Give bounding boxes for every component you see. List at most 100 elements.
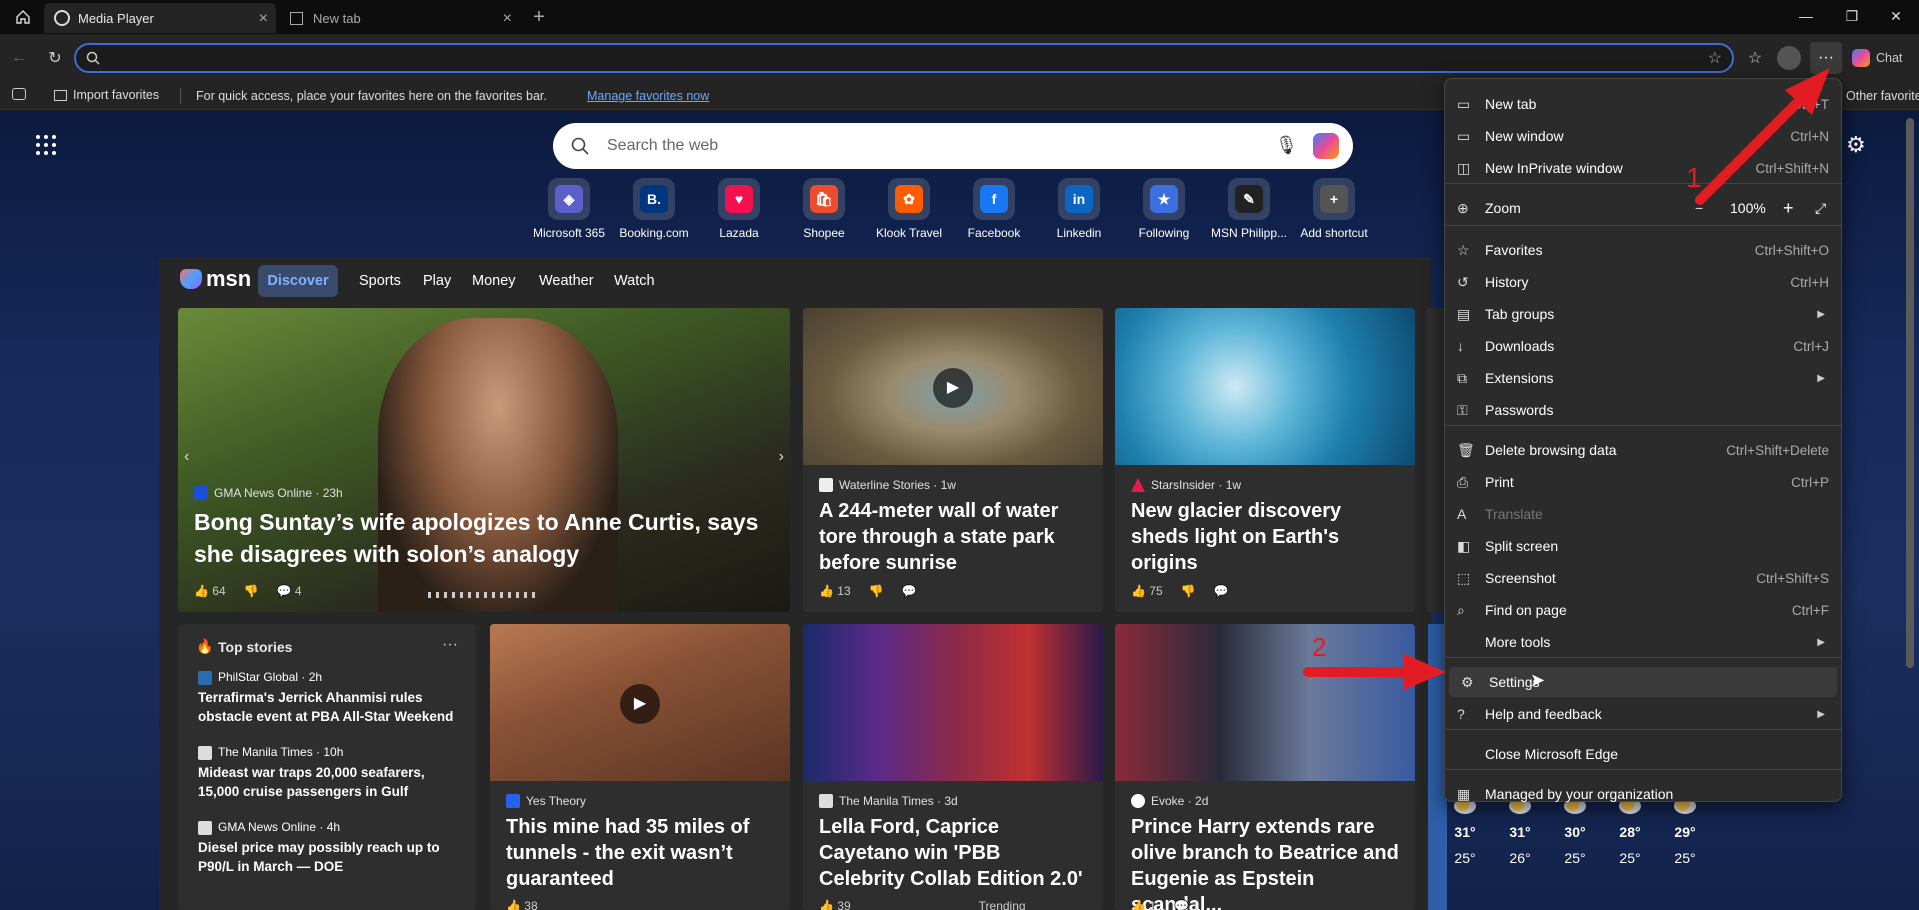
- news-card[interactable]: StarsInsider · 1w New glacier discovery …: [1115, 308, 1415, 612]
- more-icon[interactable]: ···: [442, 636, 458, 654]
- minimize-button[interactable]: —: [1786, 4, 1826, 28]
- tab-new-tab[interactable]: New tab ×: [280, 3, 520, 33]
- dislike-button[interactable]: 👎: [244, 584, 259, 598]
- close-window-button[interactable]: ✕: [1876, 4, 1916, 28]
- comment-button[interactable]: 💬 1: [1174, 899, 1199, 910]
- news-card[interactable]: ▶ Yes Theory This mine had 35 miles of t…: [490, 624, 790, 910]
- nav-watch[interactable]: Watch: [614, 265, 655, 297]
- close-tab-icon[interactable]: ×: [259, 10, 268, 28]
- page-scrollbar[interactable]: [1906, 118, 1914, 668]
- comment-button[interactable]: 💬 4: [277, 584, 302, 598]
- page-icon: [290, 11, 303, 25]
- shortcut-tile[interactable]: ✿ Klook Travel: [866, 178, 952, 240]
- like-button[interactable]: 👍 38: [506, 899, 538, 910]
- shortcut-tile[interactable]: ♥ Lazada: [696, 178, 782, 240]
- nav-play[interactable]: Play: [423, 265, 451, 297]
- menu-item-help-and-feedback[interactable]: ? Help and feedback ▶: [1445, 699, 1841, 729]
- refresh-icon[interactable]: ↻: [40, 43, 70, 73]
- shortcut-tile[interactable]: 🛍 Shopee: [781, 178, 867, 240]
- menu-item-more-tools[interactable]: More tools ▶: [1445, 627, 1841, 657]
- menu-item-find-on-page[interactable]: ⌕ Find on page Ctrl+F: [1445, 595, 1841, 625]
- dislike-button[interactable]: 👎: [869, 584, 884, 598]
- shortcut-tile[interactable]: B. Booking.com: [611, 178, 697, 240]
- comment-button[interactable]: 💬: [902, 584, 917, 598]
- play-icon[interactable]: ▶: [933, 368, 973, 408]
- menu-label: Print: [1485, 474, 1514, 490]
- menu-separator: [1445, 769, 1841, 770]
- restore-button[interactable]: ❐: [1832, 4, 1872, 28]
- news-card[interactable]: The Manila Times · 3d Lella Ford, Capric…: [803, 624, 1103, 910]
- play-icon[interactable]: ▶: [620, 684, 660, 724]
- nav-discover[interactable]: Discover: [258, 265, 338, 297]
- nav-sports[interactable]: Sports: [359, 265, 401, 297]
- manage-favorites-link[interactable]: Manage favorites now: [587, 89, 709, 103]
- submenu-arrow-icon: ▶: [1817, 372, 1825, 384]
- msn-logo[interactable]: msn: [180, 266, 251, 292]
- annotation-step-2: 2: [1312, 632, 1327, 662]
- copilot-icon[interactable]: [1313, 133, 1339, 159]
- help-icon: ?: [1457, 706, 1465, 722]
- new-tab-plus-icon[interactable]: +: [524, 2, 554, 32]
- menu-item-downloads[interactable]: ↓ Downloads Ctrl+J: [1445, 331, 1841, 361]
- menu-item-translate[interactable]: A Translate: [1445, 499, 1841, 529]
- web-search-box[interactable]: Search the web 🎙: [553, 123, 1353, 169]
- tab-media-player[interactable]: Media Player ×: [44, 3, 276, 33]
- nav-weather[interactable]: Weather: [539, 265, 594, 297]
- close-tab-icon[interactable]: ×: [503, 10, 512, 28]
- menu-item-settings[interactable]: ⚙ Settings: [1449, 667, 1837, 697]
- menu-item-screenshot[interactable]: ⬚ Screenshot Ctrl+Shift+S: [1445, 563, 1841, 593]
- menu-item-history[interactable]: ↺ History Ctrl+H: [1445, 267, 1841, 297]
- favorites-hint: For quick access, place your favorites h…: [196, 89, 547, 103]
- menu-label: Screenshot: [1485, 570, 1556, 586]
- shortcut-tile[interactable]: + Add shortcut: [1291, 178, 1377, 240]
- carousel-next-icon[interactable]: ›: [779, 448, 784, 466]
- tab-label: Media Player: [78, 10, 154, 26]
- like-button[interactable]: 👍 64: [194, 584, 226, 598]
- nav-money[interactable]: Money: [472, 265, 516, 297]
- like-button[interactable]: 👍 1: [1131, 899, 1156, 910]
- home-icon[interactable]: [8, 2, 38, 32]
- import-label: Import favorites: [73, 88, 160, 102]
- copilot-chat-button[interactable]: Chat: [1852, 43, 1914, 73]
- news-card[interactable]: ▶ Waterline Stories · 1w A 244-meter wal…: [803, 308, 1103, 612]
- menu-item-print[interactable]: ⎙ Print Ctrl+P: [1445, 467, 1841, 497]
- shortcut-tile[interactable]: f Facebook: [951, 178, 1037, 240]
- back-icon[interactable]: ←: [4, 43, 34, 73]
- split-screen-icon: ◧: [1457, 538, 1471, 554]
- shortcut-tile[interactable]: ★ Following: [1121, 178, 1207, 240]
- microphone-icon[interactable]: 🎙: [1275, 135, 1298, 156]
- reading-view-icon[interactable]: [12, 88, 26, 100]
- dislike-button[interactable]: 👎: [1181, 584, 1196, 598]
- card-source: Yes Theory: [506, 794, 586, 808]
- address-bar[interactable]: ☆: [74, 43, 1734, 73]
- like-button[interactable]: 👍 13: [819, 584, 851, 598]
- menu-item-managed-by-your-organization[interactable]: ▦ Managed by your organization: [1445, 779, 1841, 809]
- import-favorites-button[interactable]: Import favorites: [54, 88, 159, 102]
- hero-card[interactable]: ‹ › GMA News Online · 23h Bong Suntay’s …: [178, 308, 790, 612]
- menu-item-split-screen[interactable]: ◧ Split screen: [1445, 531, 1841, 561]
- like-button[interactable]: 👍 39: [819, 899, 851, 910]
- menu-label: Managed by your organization: [1485, 786, 1674, 802]
- shortcut-icon: ✎: [1228, 178, 1270, 220]
- carousel-prev-icon[interactable]: ‹: [184, 448, 189, 466]
- shortcut-tile[interactable]: ◈ Microsoft 365: [526, 178, 612, 240]
- menu-label: Favorites: [1485, 242, 1543, 258]
- menu-item-extensions[interactable]: ⧉ Extensions ▶: [1445, 363, 1841, 393]
- menu-item-tab-groups[interactable]: ▤ Tab groups ▶: [1445, 299, 1841, 329]
- menu-item-favorites[interactable]: ☆ Favorites Ctrl+Shift+O: [1445, 235, 1841, 265]
- new-tab-icon: ▭: [1457, 96, 1471, 112]
- shortcut-glyph: B.: [640, 185, 668, 213]
- app-launcher-icon[interactable]: [36, 135, 56, 155]
- comment-button[interactable]: 💬: [1214, 584, 1229, 598]
- like-button[interactable]: 👍 75: [1131, 584, 1163, 598]
- menu-item-passwords[interactable]: ⚿ Passwords: [1445, 395, 1841, 425]
- temp-high: 29°: [1674, 824, 1696, 840]
- shortcut-tile[interactable]: ✎ MSN Philipp...: [1206, 178, 1292, 240]
- menu-item-delete-browsing-data[interactable]: 🗑 Delete browsing data Ctrl+Shift+Delete: [1445, 435, 1841, 465]
- menu-item-close-microsoft-edge[interactable]: Close Microsoft Edge: [1445, 739, 1841, 769]
- other-favorites-folder[interactable]: Other favorites: [1846, 89, 1919, 103]
- card-actions: 👍 39 Trending: [819, 899, 1026, 910]
- shortcut-tile[interactable]: in Linkedin: [1036, 178, 1122, 240]
- menu-separator: [1445, 225, 1841, 226]
- favorites-icon: ☆: [1457, 242, 1470, 258]
